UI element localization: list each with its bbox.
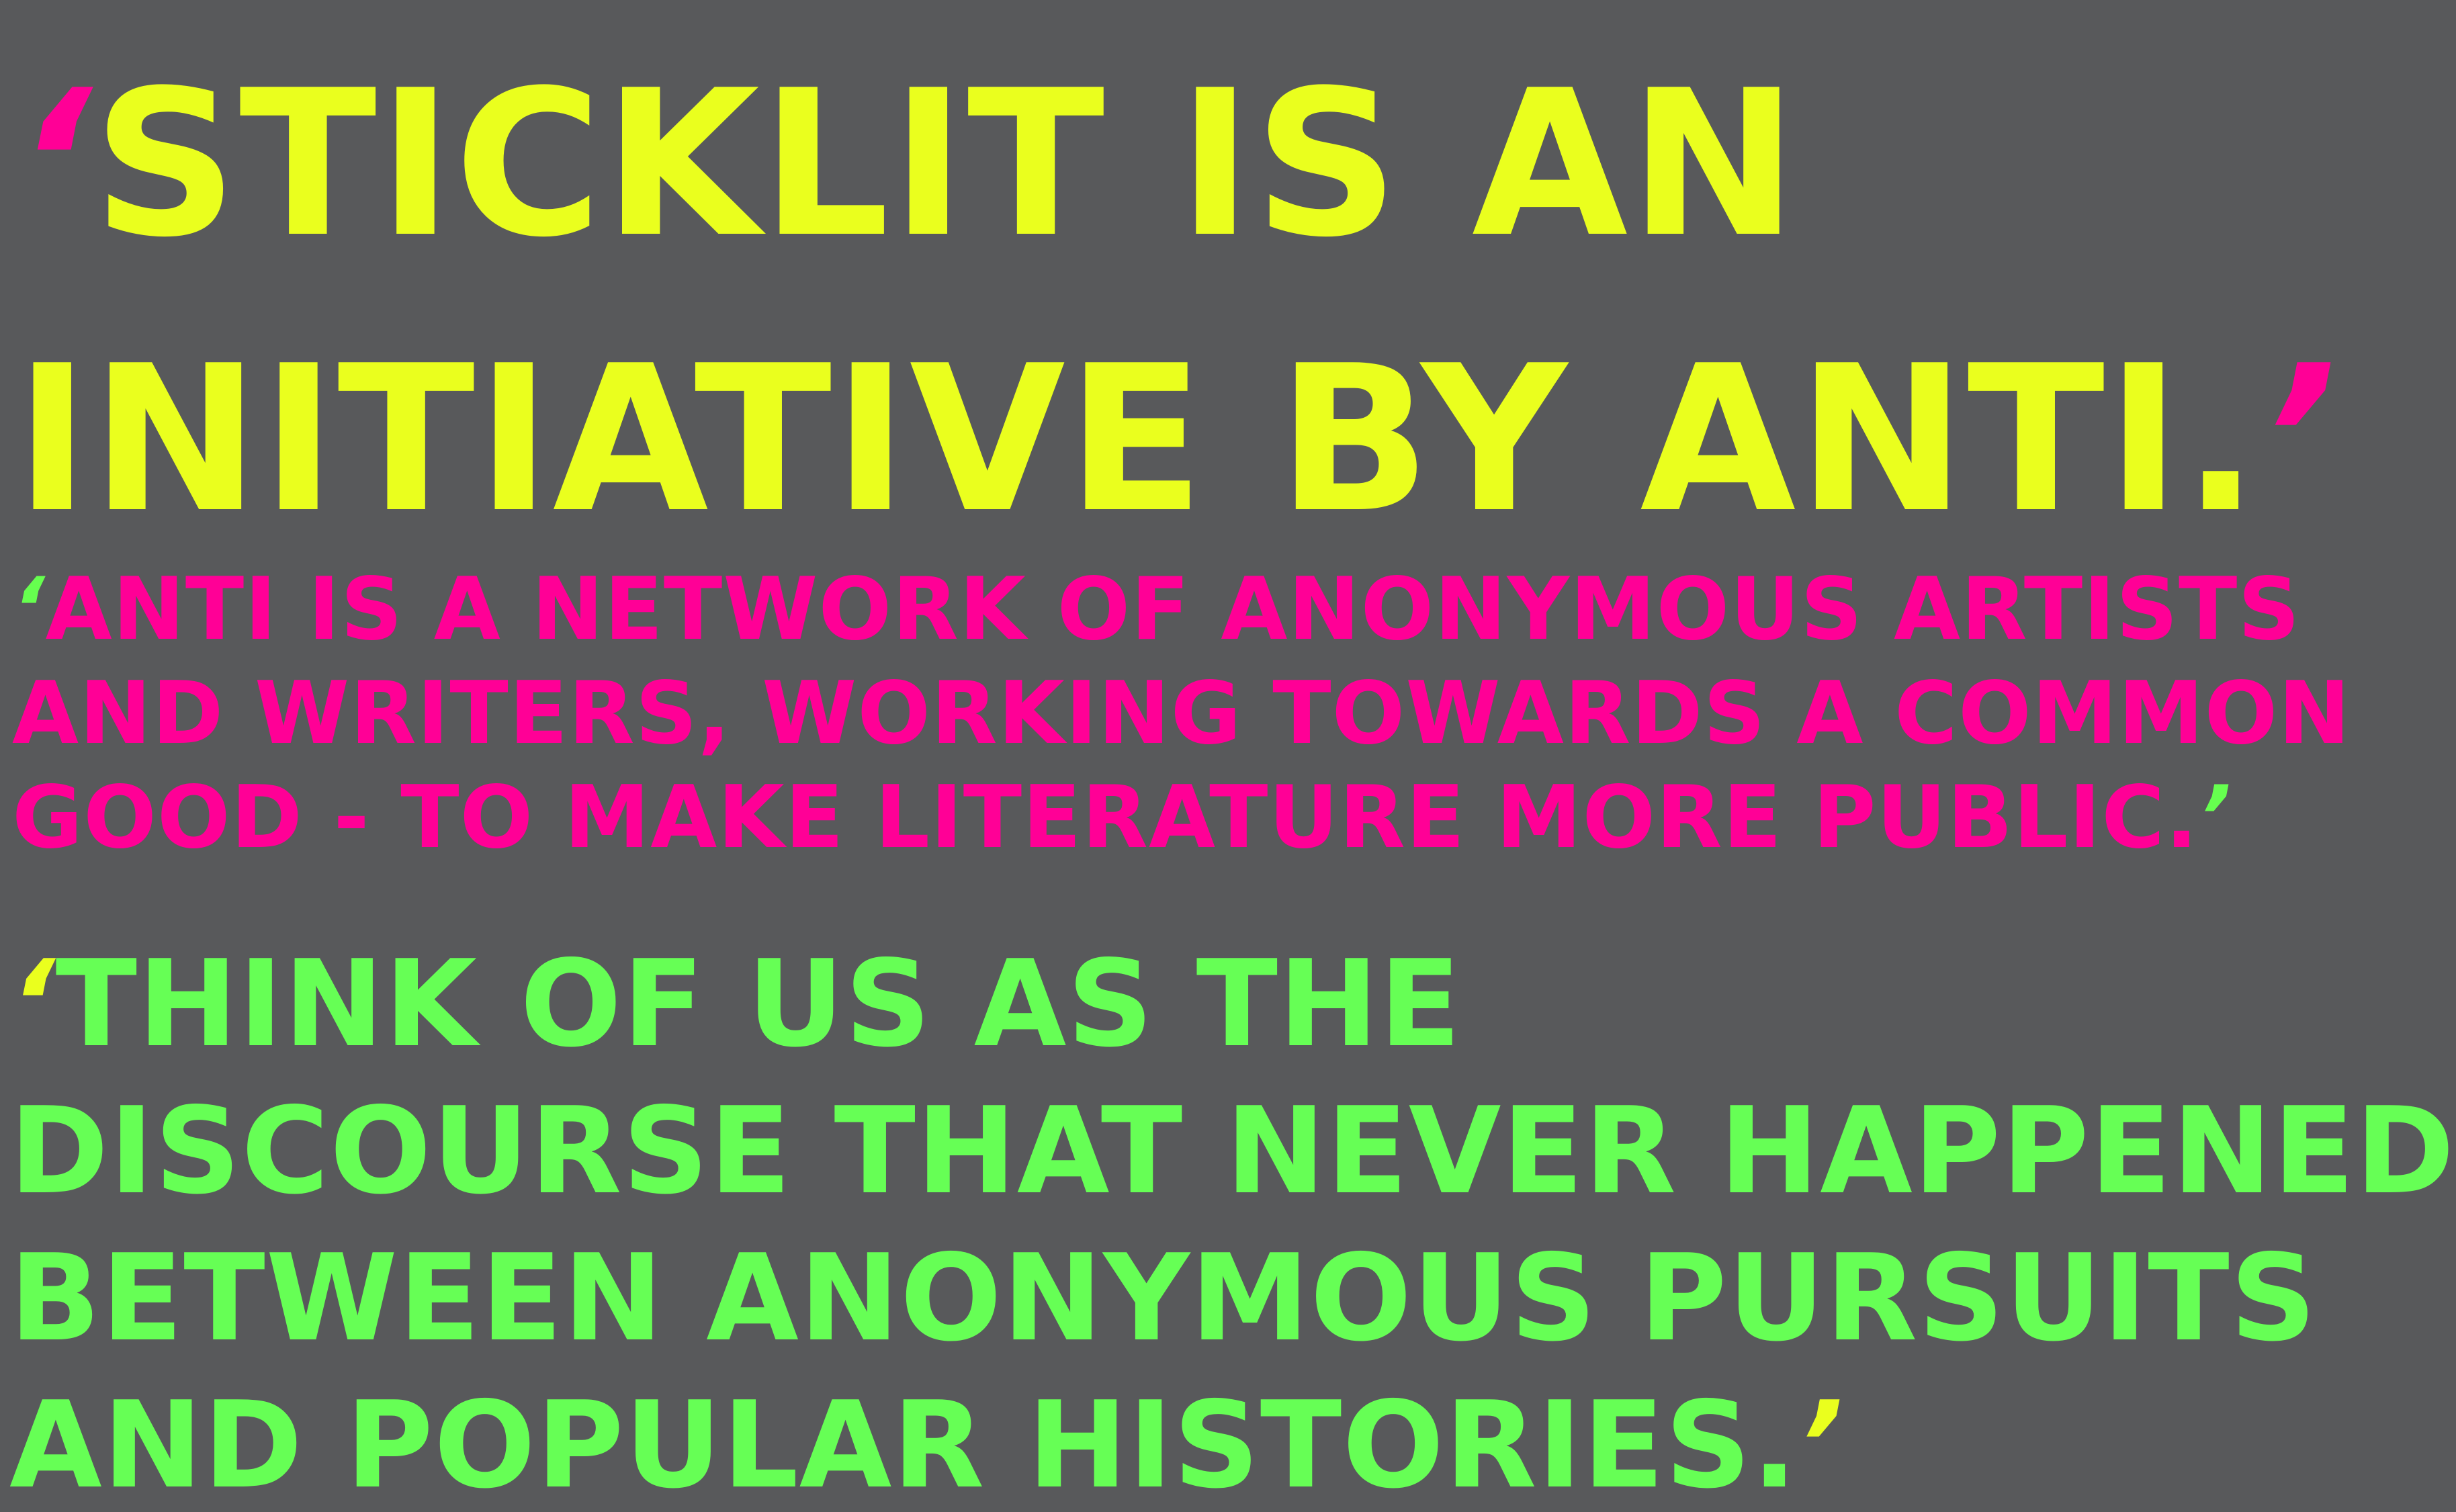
closing-quote-mark: ’	[1798, 1376, 1844, 1512]
closing-quote-mark: ’	[2198, 768, 2232, 868]
statement-text: INITIATIVE BY ANTI.	[15, 322, 2261, 557]
statement-text: DISCOURSE THAT NEVER HAPPENED.	[9, 1081, 2456, 1220]
statement-line: GOOD - TO MAKE LITERATURE MORE PUBLIC.’	[12, 766, 2351, 870]
statement-sticklit: ‘STICKLIT IS AN INITIATIVE BY ANTI.’	[15, 27, 2338, 578]
statement-text: BETWEEN ANONYMOUS PURSUITS	[9, 1229, 2317, 1368]
opening-quote-mark: ‘	[15, 47, 93, 281]
statement-line: AND WRITERS, WORKING TOWARDS A COMMON	[12, 662, 2351, 766]
statement-text: AND POPULAR HISTORIES.	[9, 1376, 1798, 1512]
opening-quote-mark: ‘	[12, 560, 46, 660]
statement-text: STICKLIT IS AN	[92, 47, 1800, 281]
statement-line: BETWEEN ANONYMOUS PURSUITS	[9, 1225, 2456, 1372]
statement-discourse: ‘THINK OF US AS THE DISCOURSE THAT NEVER…	[9, 930, 2456, 1512]
statement-line: ‘THINK OF US AS THE	[9, 930, 2456, 1077]
statement-text: AND WRITERS, WORKING TOWARDS A COMMON	[12, 664, 2351, 764]
statement-line: INITIATIVE BY ANTI.’	[15, 302, 2338, 578]
statement-text: ANTI IS A NETWORK OF ANONYMOUS ARTISTS	[45, 560, 2301, 660]
opening-quote-mark: ‘	[9, 934, 56, 1073]
statement-text: THINK OF US AS THE	[55, 934, 1462, 1073]
statement-line: AND POPULAR HISTORIES.’	[9, 1372, 2456, 1512]
statement-line: ‘STICKLIT IS AN	[15, 27, 2338, 302]
closing-quote-mark: ’	[2260, 322, 2338, 557]
statement-anti-network: ‘ANTI IS A NETWORK OF ANONYMOUS ARTISTS …	[12, 558, 2351, 870]
statement-text: GOOD - TO MAKE LITERATURE MORE PUBLIC.	[12, 768, 2199, 868]
statement-line: ‘ANTI IS A NETWORK OF ANONYMOUS ARTISTS	[12, 558, 2351, 662]
statement-line: DISCOURSE THAT NEVER HAPPENED.	[9, 1077, 2456, 1225]
poster: ‘STICKLIT IS AN INITIATIVE BY ANTI.’ ‘AN…	[0, 0, 2456, 1512]
